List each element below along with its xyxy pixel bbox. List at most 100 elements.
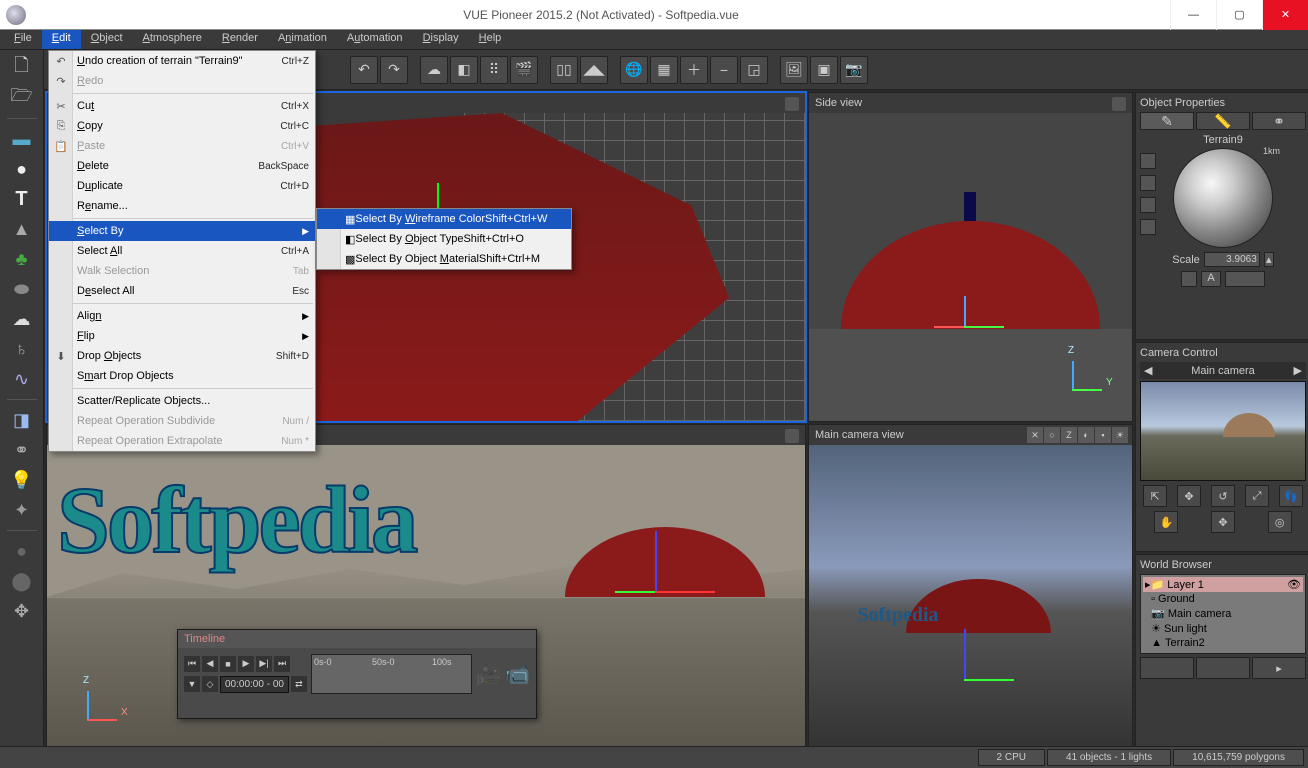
camera-button[interactable]: 📷 — [840, 56, 868, 84]
move-icon[interactable]: ✥ — [1211, 511, 1235, 533]
select-by-material-item[interactable]: ▩Select By Object MaterialShift+Ctrl+M — [317, 249, 571, 269]
material-preview[interactable] — [1173, 148, 1273, 248]
cam-opt-c[interactable]: ◐ — [1078, 427, 1094, 443]
prop-icon-3[interactable] — [1140, 197, 1156, 213]
water-icon[interactable]: ▬ — [5, 125, 39, 153]
main-camera-view-pane[interactable]: Main camera view ✕ ○ Z ◐ ▪ ☀ Softpedia — [808, 424, 1133, 750]
orbit-icon[interactable]: ↺ — [1211, 485, 1235, 507]
prop-icon-2[interactable] — [1140, 175, 1156, 191]
tl-link-button[interactable]: ⇄ — [291, 676, 307, 692]
terrain-icon[interactable]: ▲ — [5, 215, 39, 243]
menu-animation[interactable]: Animation — [268, 30, 337, 49]
curve-icon[interactable]: ∿ — [5, 365, 39, 393]
list-item[interactable]: ☀ Sun light — [1143, 621, 1303, 636]
cube-tool-icon[interactable]: ◨ — [5, 406, 39, 434]
menu-display[interactable]: Display — [413, 30, 469, 49]
hand-icon[interactable]: ✋ — [1154, 511, 1178, 533]
new-file-icon[interactable]: 🗋 — [5, 54, 39, 82]
align-left-button[interactable]: ▯▯ — [550, 56, 578, 84]
numerics-tab[interactable]: 📏 — [1196, 112, 1250, 130]
tl-key-button[interactable]: ◇ — [202, 676, 218, 692]
cam-opt-sq[interactable]: ▪ — [1095, 427, 1111, 443]
zoom-in-button[interactable]: ＋ — [680, 56, 708, 84]
list-item[interactable]: 📷 Main camera — [1143, 606, 1303, 621]
cut-item[interactable]: ✂CutCtrl+X — [49, 96, 315, 116]
world-browser-list[interactable]: ▸📁 Layer 1👁 ▫ Ground 📷 Main camera ☀ Sun… — [1140, 574, 1306, 654]
walk-selection-item[interactable]: Walk SelectionTab — [49, 261, 315, 281]
cam-opt-x[interactable]: ✕ — [1027, 427, 1043, 443]
fit-button[interactable]: ◲ — [740, 56, 768, 84]
prev-frame-button[interactable]: ◀ — [202, 656, 218, 672]
redo-button[interactable]: ↷ — [380, 56, 408, 84]
wb-btn-3[interactable]: ▸ — [1252, 657, 1306, 679]
rename-item[interactable]: Rename... — [49, 196, 315, 216]
maximize-button[interactable]: ▢ — [1216, 0, 1262, 30]
zoom-out-button[interactable]: − — [710, 56, 738, 84]
paste-item[interactable]: 📋PasteCtrl+V — [49, 136, 315, 156]
pane-menu-icon[interactable] — [1112, 97, 1126, 111]
repeat-subdivide-item[interactable]: Repeat Operation SubdivideNum / — [49, 411, 315, 431]
pan-icon[interactable]: ⤢ — [1245, 485, 1269, 507]
pane-menu-icon[interactable] — [785, 97, 799, 111]
smart-drop-item[interactable]: Smart Drop Objects — [49, 366, 315, 386]
select-camera-icon[interactable]: ⇱ — [1143, 485, 1167, 507]
copy-item[interactable]: ⎘CopyCtrl+C — [49, 116, 315, 136]
open-file-icon[interactable]: 🗁 — [5, 84, 39, 112]
text-icon[interactable]: T — [5, 185, 39, 213]
undo-button[interactable]: ↶ — [350, 56, 378, 84]
fan-icon[interactable]: ✦ — [5, 496, 39, 524]
delete-item[interactable]: DeleteBackSpace — [49, 156, 315, 176]
next-frame-button[interactable]: ▶| — [256, 656, 272, 672]
front-view-pane[interactable]: Front view Softpedia Z X Timeline — [46, 424, 806, 750]
duplicate-item[interactable]: DuplicateCtrl+D — [49, 176, 315, 196]
first-frame-button[interactable]: ⏮ — [184, 656, 200, 672]
list-item[interactable]: ▲ Terrain2 — [1143, 636, 1303, 650]
wb-btn-1[interactable] — [1140, 657, 1194, 679]
sphere-icon[interactable]: ● — [5, 155, 39, 183]
drop-icon[interactable]: ⬤ — [5, 567, 39, 595]
next-camera-button[interactable]: ▶ — [1294, 364, 1302, 377]
menu-render[interactable]: Render — [212, 30, 268, 49]
image-button[interactable]: 🖼 — [780, 56, 808, 84]
deselect-all-item[interactable]: Deselect AllEsc — [49, 281, 315, 301]
center-icon[interactable]: ◎ — [1268, 511, 1292, 533]
menu-file[interactable]: File — [4, 30, 42, 49]
globe-button[interactable]: 🌐 — [620, 56, 648, 84]
colors-button[interactable]: ⠿ — [480, 56, 508, 84]
list-item[interactable]: ▫ Ground — [1143, 592, 1303, 606]
align-item[interactable]: Align▶ — [49, 306, 315, 326]
clapper-button[interactable]: 🎬 — [510, 56, 538, 84]
menu-automation[interactable]: Automation — [337, 30, 413, 49]
prop-slot[interactable] — [1225, 271, 1265, 287]
planet-icon[interactable]: ♄ — [5, 335, 39, 363]
wb-btn-2[interactable] — [1196, 657, 1250, 679]
menu-edit[interactable]: Edit — [42, 30, 81, 49]
link-icon[interactable]: ⚭ — [5, 436, 39, 464]
play-button[interactable]: ▶ — [238, 656, 254, 672]
cam-opt-o[interactable]: ○ — [1044, 427, 1060, 443]
screen-button[interactable]: ▣ — [810, 56, 838, 84]
render-anim-icon[interactable]: 🎥 — [476, 662, 501, 687]
minimize-button[interactable]: — — [1170, 0, 1216, 30]
scatter-item[interactable]: Scatter/Replicate Objects... — [49, 391, 315, 411]
walk-icon[interactable]: 👣 — [1279, 485, 1303, 507]
crosshair-icon[interactable]: ✥ — [1177, 485, 1201, 507]
rock-icon[interactable]: ⬬ — [5, 275, 39, 303]
prev-camera-button[interactable]: ◀ — [1144, 364, 1152, 377]
undo-item[interactable]: ↶Undo creation of terrain "Terrain9"Ctrl… — [49, 51, 315, 71]
side-view-pane[interactable]: Side view Z Y — [808, 92, 1133, 422]
atmosphere-button[interactable]: ☁ — [420, 56, 448, 84]
light-icon[interactable]: 💡 — [5, 466, 39, 494]
cam-opt-z[interactable]: Z — [1061, 427, 1077, 443]
menu-atmosphere[interactable]: Atmosphere — [133, 30, 212, 49]
select-by-wireframe-item[interactable]: ▦Select By Wireframe ColorShift+Ctrl+W — [317, 209, 571, 229]
pane-menu-icon[interactable] — [785, 429, 799, 443]
aspect-tab[interactable]: ✎ — [1140, 112, 1194, 130]
camera-anim-icon[interactable]: 📹 — [505, 662, 530, 687]
redo-item[interactable]: ↷Redo — [49, 71, 315, 91]
mirror-button[interactable]: ◢◣ — [580, 56, 608, 84]
cloud-icon[interactable]: ☁ — [5, 305, 39, 333]
plant-icon[interactable]: ♣ — [5, 245, 39, 273]
flip-item[interactable]: Flip▶ — [49, 326, 315, 346]
select-by-item[interactable]: Select By▶ — [49, 221, 315, 241]
